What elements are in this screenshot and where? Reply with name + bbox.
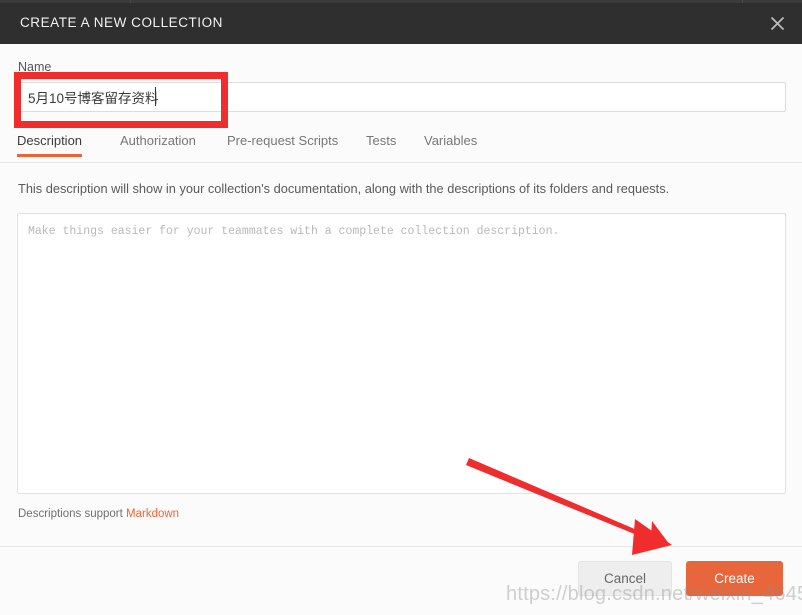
markdown-link[interactable]: Markdown bbox=[126, 508, 179, 520]
page-title: CREATE A NEW COLLECTION bbox=[20, 15, 223, 30]
modal-header: CREATE A NEW COLLECTION bbox=[0, 3, 802, 44]
text-caret bbox=[155, 87, 156, 106]
collection-name-input[interactable] bbox=[17, 82, 786, 112]
tab-label: Description bbox=[17, 133, 83, 148]
tab-bar: Description Authorization Pre-request Sc… bbox=[0, 133, 802, 163]
tab-tests[interactable]: Tests bbox=[366, 133, 396, 148]
close-icon bbox=[770, 16, 785, 31]
create-collection-modal: CREATE A NEW COLLECTION Name Description… bbox=[0, 0, 802, 615]
tab-label: Variables bbox=[424, 133, 478, 148]
description-hint-text: This description will show in your colle… bbox=[18, 181, 670, 196]
modal-body: Name Description Authorization Pre-reque… bbox=[0, 44, 802, 546]
name-field-label: Name bbox=[18, 60, 52, 74]
tab-authorization[interactable]: Authorization bbox=[120, 133, 196, 148]
tab-label: Authorization bbox=[120, 133, 196, 148]
modal-footer: Cancel Create bbox=[0, 546, 802, 615]
cancel-button[interactable]: Cancel bbox=[578, 561, 672, 596]
tab-variables[interactable]: Variables bbox=[424, 133, 477, 148]
tab-description[interactable]: Description bbox=[17, 133, 83, 157]
create-button[interactable]: Create bbox=[686, 561, 783, 596]
tab-pre-request-scripts[interactable]: Pre-request Scripts bbox=[227, 133, 338, 148]
description-textarea[interactable] bbox=[17, 213, 786, 494]
markdown-support-note: Descriptions support Markdown bbox=[18, 508, 179, 520]
tab-bar-divider bbox=[0, 162, 802, 163]
tab-label: Tests bbox=[366, 133, 397, 148]
close-button[interactable] bbox=[752, 3, 802, 44]
tab-label: Pre-request Scripts bbox=[227, 133, 339, 148]
active-tab-indicator bbox=[17, 154, 83, 157]
markdown-note-prefix: Descriptions support bbox=[18, 508, 127, 520]
